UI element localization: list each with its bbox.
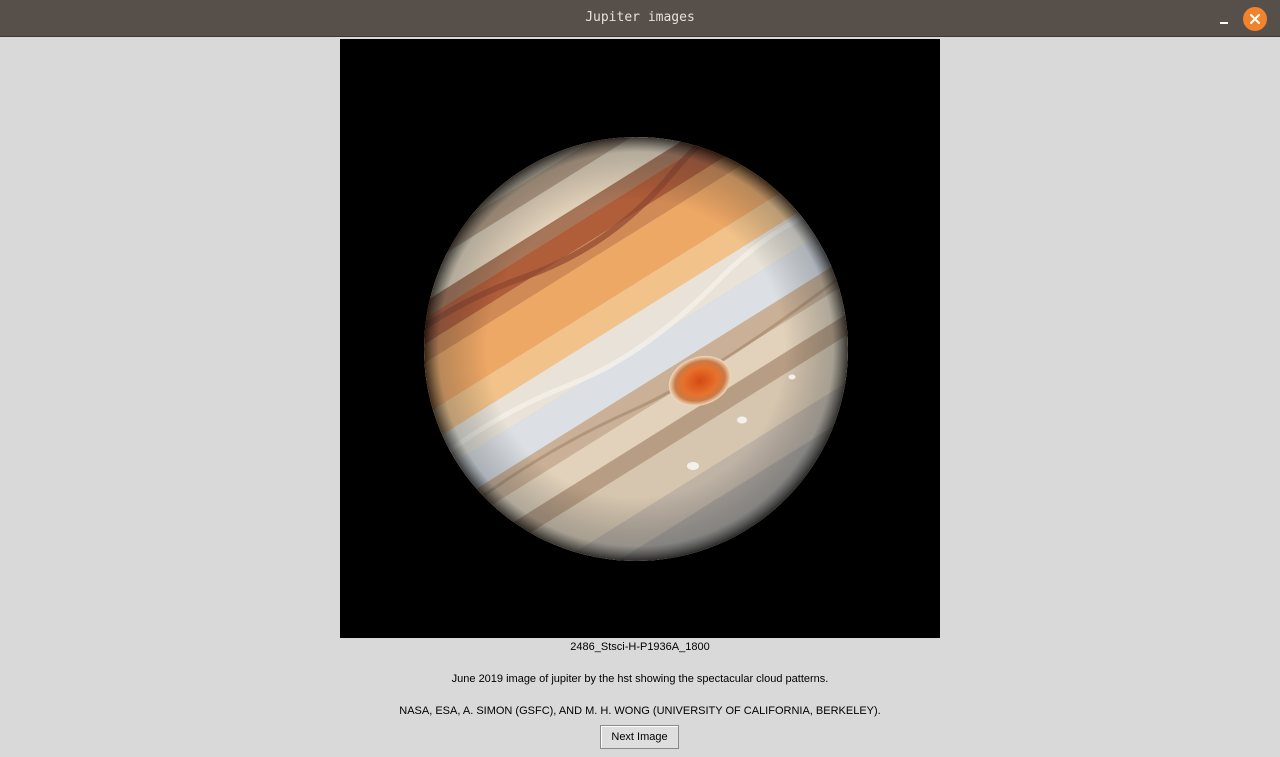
window-title: Jupiter images <box>585 10 695 25</box>
image-description: June 2019 image of jupiter by the hst sh… <box>451 673 829 685</box>
jupiter-image <box>340 39 940 638</box>
window-titlebar[interactable]: Jupiter images <box>0 0 1280 37</box>
image-filename: 2486_Stsci-H-P1936A_1800 <box>570 641 710 653</box>
next-image-button[interactable]: Next Image <box>600 725 679 749</box>
image-credit: NASA, ESA, A. SIMON (GSFC), AND M. H. WO… <box>399 705 881 717</box>
minimize-icon[interactable] <box>1214 9 1234 29</box>
close-icon[interactable] <box>1243 7 1267 31</box>
planet-illustration <box>340 39 940 638</box>
